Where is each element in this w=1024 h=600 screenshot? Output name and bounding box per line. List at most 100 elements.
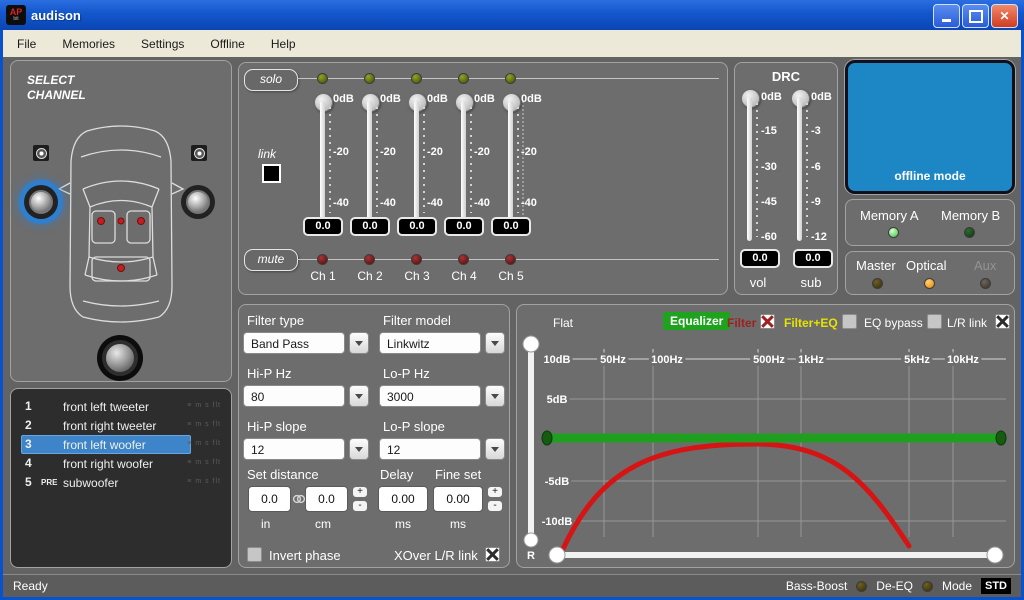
aux-led[interactable] — [980, 278, 991, 289]
dropdown-arrow-icon[interactable] — [349, 385, 369, 407]
channel-row-3-selected[interactable]: 3 front left woofer ≡ m s flt — [15, 435, 227, 454]
hip-hz-label: Hi-P Hz — [247, 366, 292, 381]
eq-curve-right-handle[interactable] — [996, 431, 1006, 445]
fader-track-ch4[interactable] — [461, 101, 466, 219]
select-channel-panel: SELECT CHANNEL — [10, 60, 232, 382]
speaker-front-left-woofer[interactable] — [24, 185, 58, 219]
drc-sub-track[interactable] — [797, 97, 802, 241]
memory-a-label: Memory A — [860, 208, 919, 223]
mute-led-ch1[interactable] — [317, 254, 328, 265]
speaker-front-left-tweeter[interactable] — [33, 145, 49, 161]
filter-eq-checkbox[interactable] — [842, 314, 857, 329]
distance-minus-button[interactable]: - — [352, 500, 368, 512]
menu-memories[interactable]: Memories — [62, 37, 115, 51]
dropdown-arrow-icon[interactable] — [485, 332, 505, 354]
hip-hz-dropdown[interactable]: 80 — [243, 385, 369, 407]
fader-track-ch2[interactable] — [367, 101, 372, 219]
gain-slider-handle[interactable] — [523, 336, 539, 352]
solo-led-ch2[interactable] — [364, 73, 375, 84]
menu-file[interactable]: File — [17, 37, 36, 51]
distance-cm-input[interactable]: 0.0 — [305, 486, 348, 512]
channel-row-2[interactable]: 2 front right tweeter ≡ m s flt — [15, 416, 227, 435]
dropdown-arrow-icon[interactable] — [485, 438, 505, 460]
speaker-subwoofer[interactable] — [97, 335, 143, 381]
drc-vol-tick: -30 — [761, 161, 777, 173]
dropdown-arrow-icon[interactable] — [349, 438, 369, 460]
solo-led-ch1[interactable] — [317, 73, 328, 84]
drc-vol-ticks — [756, 103, 758, 237]
filter-model-dropdown[interactable]: Linkwitz — [379, 332, 505, 354]
eq-response-graph[interactable]: 10dB 5dB -5dB -10dB 50Hz 100Hz 500Hz 1kH… — [517, 331, 1016, 569]
mute-led-ch4[interactable] — [458, 254, 469, 265]
menu-offline[interactable]: Offline — [210, 37, 244, 51]
mute-button[interactable]: mute — [244, 249, 298, 271]
memory-b-led[interactable] — [964, 227, 975, 238]
speaker-front-right-woofer[interactable] — [181, 185, 215, 219]
dropdown-arrow-icon[interactable] — [349, 332, 369, 354]
channel-row-5[interactable]: 5 PRE subwoofer ≡ m s flt — [15, 473, 227, 492]
speaker-front-right-tweeter[interactable] — [191, 145, 207, 161]
channel-flags: ≡ m s flt — [187, 459, 221, 466]
fader-ticks — [517, 107, 519, 213]
mute-led-ch2[interactable] — [364, 254, 375, 265]
lr-link-checkbox[interactable] — [995, 314, 1010, 329]
fader-value-ch5: 0.0 — [491, 217, 531, 236]
de-eq-led[interactable] — [922, 581, 933, 592]
fader-track-ch5[interactable] — [508, 101, 513, 219]
delay-input[interactable]: 0.00 — [378, 486, 428, 512]
drc-vol-tick: 0dB — [761, 91, 782, 103]
fader-track-ch1[interactable] — [320, 101, 325, 219]
solo-led-ch3[interactable] — [411, 73, 422, 84]
channel-row-1[interactable]: 1 front left tweeter ≡ m s flt — [15, 397, 227, 416]
channel-row-4[interactable]: 4 front right woofer ≡ m s flt — [15, 454, 227, 473]
eq-curve-left-handle[interactable] — [542, 431, 552, 445]
app-icon: AP bit — [6, 5, 26, 25]
drc-vol-value: 0.0 — [740, 249, 780, 268]
solo-led-ch5[interactable] — [505, 73, 516, 84]
hip-slope-dropdown[interactable]: 12 — [243, 438, 369, 460]
fader-track-ch3[interactable] — [414, 101, 419, 219]
bass-boost-led[interactable] — [856, 581, 867, 592]
x-label-5khz: 5kHz — [904, 354, 930, 366]
xover-lr-link-checkbox[interactable] — [485, 547, 500, 562]
close-button[interactable]: ✕ — [991, 4, 1018, 28]
distance-in-input[interactable]: 0.0 — [248, 486, 291, 512]
menu-settings[interactable]: Settings — [141, 37, 184, 51]
channel-label-ch5: Ch 5 — [488, 269, 534, 283]
mode-value-badge: STD — [981, 578, 1011, 594]
lop-slope-dropdown[interactable]: 12 — [379, 438, 505, 460]
invert-phase-checkbox[interactable] — [247, 547, 262, 562]
channel-number: 2 — [25, 418, 32, 432]
drc-vol-track[interactable] — [747, 97, 752, 241]
hip-slope-label: Hi-P slope — [247, 419, 307, 434]
fine-plus-button[interactable]: + — [487, 486, 503, 498]
memory-a-led[interactable] — [888, 227, 899, 238]
equalizer-button[interactable]: Equalizer — [663, 312, 730, 330]
eq-bypass-checkbox[interactable] — [927, 314, 942, 329]
fader-value-ch3: 0.0 — [397, 217, 437, 236]
fine-minus-button[interactable]: - — [487, 500, 503, 512]
minimize-button[interactable] — [933, 4, 960, 28]
fine-set-input[interactable]: 0.00 — [433, 486, 483, 512]
link-checkbox[interactable] — [262, 164, 281, 183]
master-led[interactable] — [872, 278, 883, 289]
memory-b-label: Memory B — [941, 208, 1000, 223]
lop-slope-value: 12 — [379, 438, 481, 460]
distance-plus-button[interactable]: + — [352, 486, 368, 498]
filter-checkbox[interactable] — [760, 314, 775, 329]
dropdown-arrow-icon[interactable] — [485, 385, 505, 407]
eq-bypass-label: EQ bypass — [864, 316, 923, 330]
memory-panel: Memory A Memory B — [845, 199, 1015, 246]
mute-led-ch5[interactable] — [505, 254, 516, 265]
lop-hz-dropdown[interactable]: 3000 — [379, 385, 505, 407]
channel-label-ch3: Ch 3 — [394, 269, 440, 283]
mute-led-ch3[interactable] — [411, 254, 422, 265]
maximize-button[interactable] — [962, 4, 989, 28]
freq-slider-right-handle[interactable] — [987, 547, 1003, 563]
menu-help[interactable]: Help — [271, 37, 296, 51]
solo-led-ch4[interactable] — [458, 73, 469, 84]
filter-type-dropdown[interactable]: Band Pass — [243, 332, 369, 354]
optical-led[interactable] — [924, 278, 935, 289]
solo-button[interactable]: solo — [244, 69, 298, 91]
freq-slider-left-handle[interactable] — [549, 547, 565, 563]
